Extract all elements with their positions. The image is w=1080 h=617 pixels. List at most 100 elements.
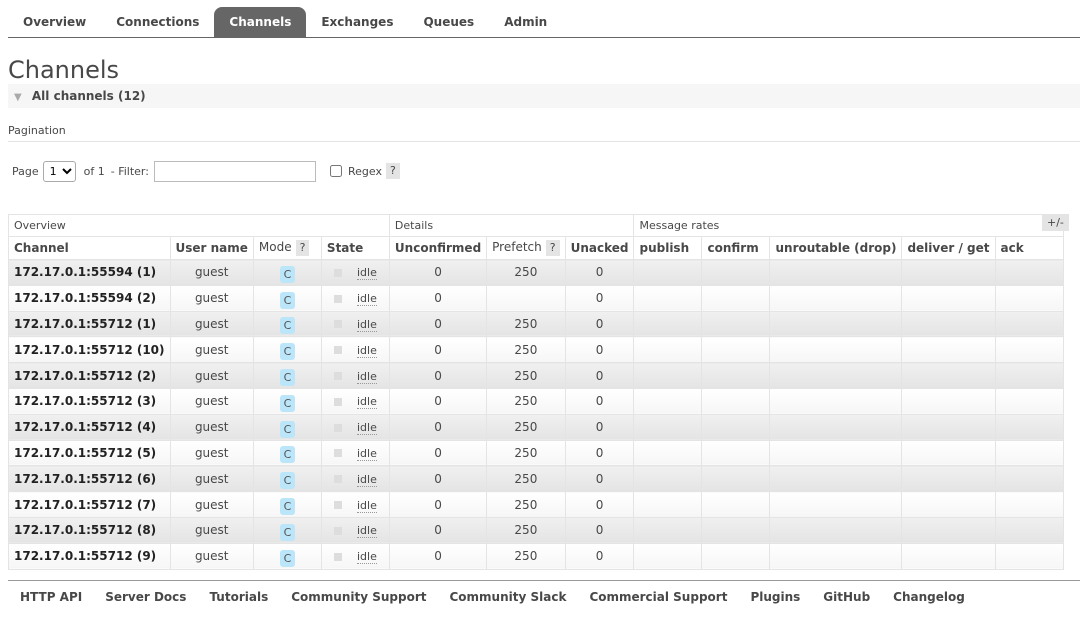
table-row: 172.17.0.1:55712 (9) guest Cidle 0 250 0 xyxy=(8,542,1064,570)
unacked-cell: 0 xyxy=(564,387,635,415)
deliver-rate-cell xyxy=(901,259,996,286)
confirm-rate-cell xyxy=(701,310,771,338)
tab-admin[interactable]: Admin xyxy=(489,7,562,37)
state-label: idle xyxy=(356,266,377,281)
filter-input[interactable] xyxy=(153,160,316,182)
col-user-name[interactable]: User name xyxy=(169,236,254,260)
col-mode-label: Mode xyxy=(258,240,292,254)
footer-link-plugins[interactable]: Plugins xyxy=(750,590,800,604)
ack-rate-cell xyxy=(994,310,1064,338)
unacked-cell: 0 xyxy=(564,362,635,389)
channel-link[interactable]: 172.17.0.1:55712 (4) xyxy=(8,413,171,441)
col-publish[interactable]: publish xyxy=(633,236,703,260)
tab-channels[interactable]: Channels xyxy=(214,7,307,37)
prefetch-help-button[interactable]: ? xyxy=(545,240,560,256)
deliver-rate-cell xyxy=(901,465,996,493)
table-row: 172.17.0.1:55712 (2) guest Cidle 0 250 0 xyxy=(8,362,1064,389)
state-label: idle xyxy=(356,524,377,539)
channel-link[interactable]: 172.17.0.1:55712 (10) xyxy=(8,336,171,364)
col-unacked[interactable]: Unacked xyxy=(564,236,635,260)
prefetch-cell: 250 xyxy=(486,542,566,570)
user-name-cell: guest xyxy=(169,439,254,467)
user-name-cell: guest xyxy=(169,387,254,415)
footer-link-community-slack[interactable]: Community Slack xyxy=(449,590,566,604)
channel-link[interactable]: 172.17.0.1:55712 (3) xyxy=(8,387,171,415)
tab-overview[interactable]: Overview xyxy=(8,7,101,37)
channel-link[interactable]: 172.17.0.1:55712 (2) xyxy=(8,362,171,389)
unconfirmed-cell: 0 xyxy=(388,439,488,467)
col-state[interactable]: State xyxy=(320,236,390,260)
column-toggle-button[interactable]: +/- xyxy=(1042,214,1069,231)
deliver-rate-cell xyxy=(901,542,996,570)
regex-help-button[interactable]: ? xyxy=(385,163,400,179)
confirm-rate-cell xyxy=(701,491,771,518)
channel-link[interactable]: 172.17.0.1:55712 (1) xyxy=(8,310,171,338)
publish-rate-cell xyxy=(633,310,703,338)
page-select[interactable]: 1 xyxy=(42,160,76,182)
unconfirmed-cell: 0 xyxy=(388,362,488,389)
footer-link-community-support[interactable]: Community Support xyxy=(291,590,426,604)
user-name-cell: guest xyxy=(169,465,254,493)
user-name-cell: guest xyxy=(169,542,254,570)
channel-link[interactable]: 172.17.0.1:55712 (7) xyxy=(8,491,171,518)
channel-link[interactable]: 172.17.0.1:55712 (6) xyxy=(8,465,171,493)
unconfirmed-cell: 0 xyxy=(388,516,488,544)
page-title: Channels xyxy=(8,56,120,84)
state-indicator-icon xyxy=(333,320,342,329)
unacked-cell: 0 xyxy=(564,491,635,518)
deliver-rate-cell xyxy=(901,439,996,467)
state-cell: idle xyxy=(320,362,390,389)
col-unroutable[interactable]: unroutable (drop) xyxy=(769,236,903,260)
user-name-cell: guest xyxy=(169,259,254,286)
prefetch-cell: 250 xyxy=(486,387,566,415)
section-label: All channels (12) xyxy=(31,89,146,103)
unroutable-rate-cell xyxy=(769,310,903,338)
channel-link[interactable]: 172.17.0.1:55594 (1) xyxy=(8,259,171,286)
mode-badge: C xyxy=(279,472,295,490)
footer-link-server-docs[interactable]: Server Docs xyxy=(105,590,186,604)
mode-badge: C xyxy=(279,369,295,387)
state-cell: idle xyxy=(320,284,390,312)
channel-link[interactable]: 172.17.0.1:55594 (2) xyxy=(8,284,171,312)
publish-rate-cell xyxy=(633,284,703,312)
footer-link-github[interactable]: GitHub xyxy=(823,590,870,604)
prefetch-cell: 250 xyxy=(486,336,566,364)
col-ack[interactable]: ack xyxy=(994,236,1064,260)
user-name-cell: guest xyxy=(169,310,254,338)
col-channel[interactable]: Channel xyxy=(8,236,171,260)
unroutable-rate-cell xyxy=(769,259,903,286)
all-channels-toggle[interactable]: ▼ All channels (12) xyxy=(8,84,1080,108)
unroutable-rate-cell xyxy=(769,336,903,364)
state-indicator-icon xyxy=(333,449,342,458)
table-row: 172.17.0.1:55712 (6) guest Cidle 0 250 0 xyxy=(8,465,1064,493)
channel-link[interactable]: 172.17.0.1:55712 (9) xyxy=(8,542,171,570)
publish-rate-cell xyxy=(633,336,703,364)
tab-queues[interactable]: Queues xyxy=(408,7,489,37)
publish-rate-cell xyxy=(633,413,703,441)
unacked-cell: 0 xyxy=(564,465,635,493)
col-confirm[interactable]: confirm xyxy=(701,236,771,260)
ack-rate-cell xyxy=(994,413,1064,441)
regex-label: Regex xyxy=(347,164,382,178)
publish-rate-cell xyxy=(633,542,703,570)
col-deliver-get[interactable]: deliver / get xyxy=(901,236,996,260)
channel-link[interactable]: 172.17.0.1:55712 (5) xyxy=(8,439,171,467)
col-unconfirmed[interactable]: Unconfirmed xyxy=(388,236,488,260)
footer-link-tutorials[interactable]: Tutorials xyxy=(209,590,268,604)
state-indicator-icon xyxy=(333,268,342,277)
unacked-cell: 0 xyxy=(564,439,635,467)
footer-link-http-api[interactable]: HTTP API xyxy=(20,590,82,604)
mode-cell: C xyxy=(252,310,322,338)
mode-help-button[interactable]: ? xyxy=(295,240,310,256)
unconfirmed-cell: 0 xyxy=(388,284,488,312)
footer-link-changelog[interactable]: Changelog xyxy=(893,590,965,604)
tab-connections[interactable]: Connections xyxy=(101,7,214,37)
user-name-cell: guest xyxy=(169,336,254,364)
state-label: idle xyxy=(356,292,377,307)
tab-exchanges[interactable]: Exchanges xyxy=(306,7,408,37)
footer-link-commercial-support[interactable]: Commercial Support xyxy=(589,590,727,604)
channel-link[interactable]: 172.17.0.1:55712 (8) xyxy=(8,516,171,544)
unroutable-rate-cell xyxy=(769,439,903,467)
table-row: 172.17.0.1:55712 (5) guest Cidle 0 250 0 xyxy=(8,439,1064,467)
regex-checkbox[interactable] xyxy=(329,165,342,177)
